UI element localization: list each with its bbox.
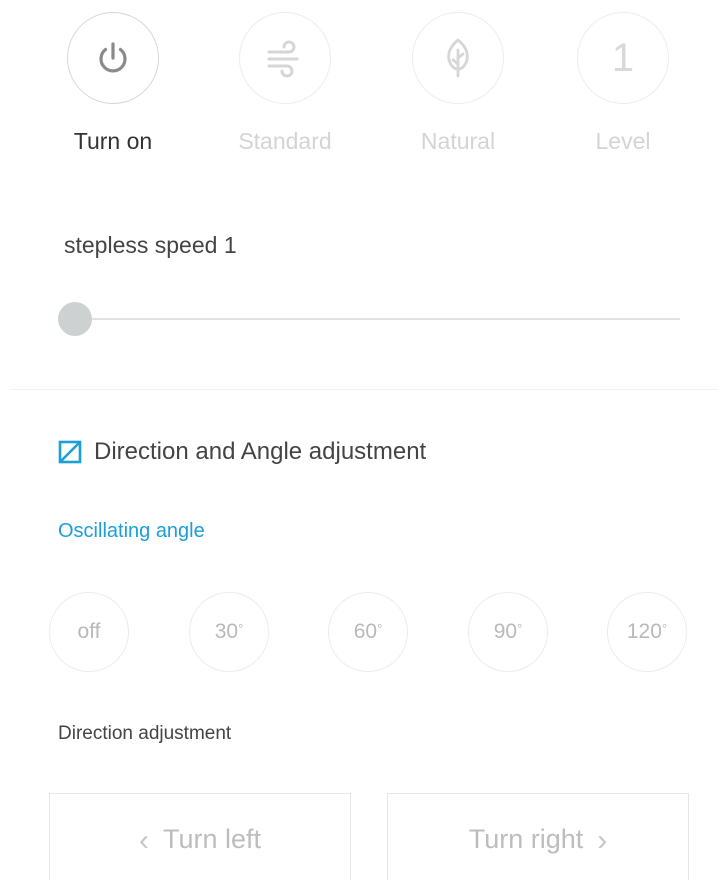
leaf-icon [447, 38, 469, 78]
degree-sign: ° [661, 620, 668, 636]
degree-sign: ° [517, 620, 523, 636]
angle-value: 30 [214, 620, 239, 643]
turn-left-button[interactable]: ‹ Turn left [49, 793, 351, 880]
speed-slider[interactable] [58, 300, 680, 338]
direction-section-header: Direction and Angle adjustment [58, 438, 426, 466]
natural-button[interactable]: Natural [398, 12, 518, 162]
turn-right-button[interactable]: Turn right › [387, 793, 689, 880]
angle-off-button[interactable]: off [49, 592, 129, 672]
power-icon [99, 42, 127, 73]
wind-icon [267, 40, 299, 78]
angle-value: 60 [353, 620, 378, 643]
angle-120-button[interactable]: 120 ° [607, 592, 687, 672]
angle-value: 90 [493, 620, 518, 643]
slider-thumb[interactable] [58, 302, 92, 336]
angle-options: off 30 ° 60 ° 90 ° 120 ° [0, 592, 718, 672]
angle-value: 120 [626, 620, 662, 643]
level-circle: 1 [577, 12, 669, 104]
natural-label: Natural [420, 128, 496, 154]
direction-adjustment-label: Direction adjustment [58, 723, 232, 744]
angle-60-button[interactable]: 60 ° [328, 592, 408, 672]
slider-track [76, 318, 680, 320]
oscillating-angle-label: Oscillating angle [58, 520, 205, 542]
angle-30-button[interactable]: 30 ° [189, 592, 269, 672]
standard-button[interactable]: Standard [225, 12, 345, 162]
level-number: 1 [611, 35, 635, 80]
chevron-left-icon: ‹ [138, 824, 149, 857]
power-button[interactable]: Turn on [53, 12, 173, 162]
chevron-right-icon: › [597, 824, 608, 857]
mode-row: Turn on Standard Natural 1 Level [0, 0, 718, 170]
angle-90-button[interactable]: 90 ° [468, 592, 548, 672]
level-button[interactable]: 1 Level [563, 12, 683, 162]
angle-value: off [77, 620, 101, 643]
natural-circle [412, 12, 504, 104]
direction-checkbox-icon [58, 440, 82, 464]
turn-right-label: Turn right [468, 824, 584, 854]
degree-sign: ° [377, 620, 383, 636]
degree-sign: ° [238, 620, 244, 636]
speed-label: stepless speed 1 [64, 232, 237, 258]
level-label: Level [595, 128, 651, 154]
section-divider [10, 389, 718, 390]
standard-circle [239, 12, 331, 104]
turn-left-label: Turn left [162, 824, 262, 854]
fan-control-page: Turn on Standard Natural 1 Level steples… [0, 0, 718, 880]
standard-label: Standard [238, 128, 332, 154]
power-label: Turn on [73, 128, 153, 154]
power-circle [67, 12, 159, 104]
direction-section-title: Direction and Angle adjustment [94, 438, 427, 465]
